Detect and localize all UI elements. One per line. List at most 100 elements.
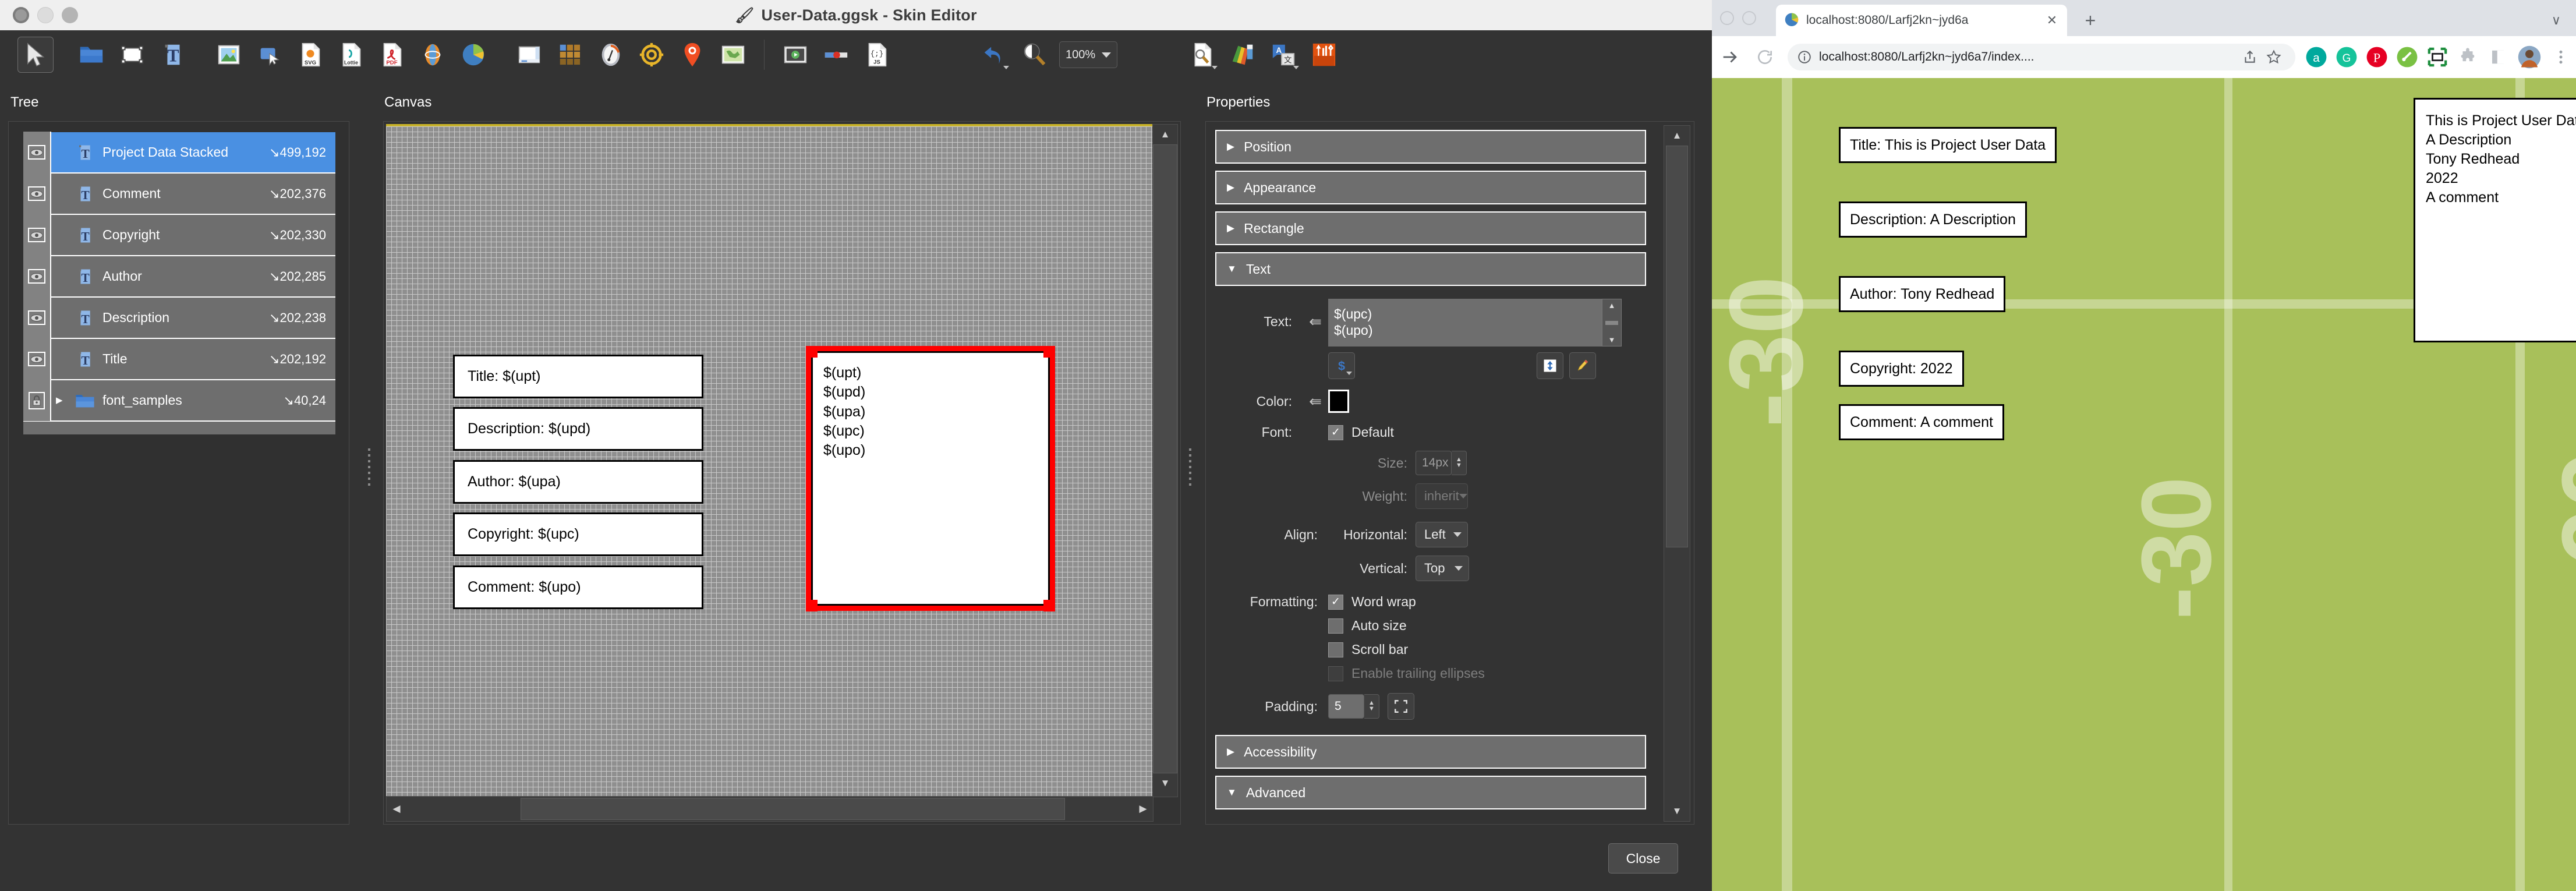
- edit-pencil-button[interactable]: [1569, 352, 1596, 379]
- tree-row-project-data-stacked[interactable]: T Project Data Stacked ↘499,192: [23, 132, 335, 174]
- text-tool-button[interactable]: T: [155, 37, 191, 73]
- canvas-box-author[interactable]: Author: $(upa): [453, 460, 703, 504]
- marker-tool-button[interactable]: [674, 37, 710, 73]
- close-tab-icon[interactable]: ✕: [2044, 13, 2060, 28]
- tab-list-chevron-icon[interactable]: ∨: [2552, 13, 2561, 28]
- resize-handle-se[interactable]: [1043, 600, 1055, 611]
- main-toolbar[interactable]: T SVG Lottie PDF {;} JS 100% A 文: [0, 30, 1712, 79]
- section-rectangle[interactable]: ▶ Rectangle: [1215, 211, 1646, 245]
- alexa-extension-icon[interactable]: a: [2301, 46, 2331, 68]
- canvas-box-title[interactable]: Title: $(upt): [453, 355, 703, 398]
- scroll-down-arrow-icon[interactable]: ▼: [1664, 801, 1690, 821]
- visibility-toggle[interactable]: [23, 173, 51, 214]
- translate-button[interactable]: A 文: [1265, 37, 1301, 73]
- share-icon[interactable]: [2238, 50, 2262, 65]
- text-field-scrollbar[interactable]: ▲ ▼: [1602, 299, 1622, 346]
- scroll-thumb[interactable]: [1605, 320, 1618, 325]
- word-wrap-checkbox[interactable]: ✓: [1328, 594, 1343, 610]
- open-folder-tool-button[interactable]: [73, 37, 109, 73]
- visibility-toggle[interactable]: [23, 256, 51, 297]
- tree-row-description[interactable]: T Description ↘202,238: [23, 297, 335, 339]
- browser-minimize-button[interactable]: [1742, 11, 1756, 25]
- resize-handle-nw[interactable]: [806, 346, 818, 358]
- properties-vertical-scrollbar[interactable]: ▲ ▼: [1664, 125, 1690, 822]
- info-icon[interactable]: [1797, 50, 1812, 65]
- preview-button[interactable]: [1016, 37, 1052, 73]
- zoom-level-combo[interactable]: 100%: [1059, 41, 1117, 68]
- resize-handle-sw[interactable]: [806, 600, 818, 611]
- scroll-thumb[interactable]: [1666, 146, 1688, 547]
- gauge-tool-button[interactable]: [593, 37, 629, 73]
- grammarly-extension-icon[interactable]: G: [2331, 46, 2362, 68]
- reload-icon[interactable]: [1748, 48, 1782, 66]
- close-window-button[interactable]: [13, 7, 29, 23]
- canvas-selected-box[interactable]: $(upt) $(upd) $(upa) $(upc) $(upo): [806, 346, 1055, 611]
- browser-toolbar[interactable]: localhost:8080/Larfj2kn~jyd6a7/index....…: [1712, 36, 2576, 78]
- tools-button[interactable]: [1306, 37, 1342, 73]
- bookmark-star-icon[interactable]: [2262, 49, 2286, 65]
- pinterest-extension-icon[interactable]: P: [2362, 46, 2392, 68]
- lock-toggle[interactable]: [23, 380, 51, 421]
- forward-arrow-icon[interactable]: [1712, 47, 1748, 67]
- tree-row-copyright[interactable]: T Copyright ↘202,330: [23, 214, 335, 256]
- video-tool-button[interactable]: [777, 37, 813, 73]
- three-dot-menu-icon[interactable]: [2546, 48, 2576, 66]
- select-tool-button[interactable]: [17, 37, 54, 73]
- undo-dropdown-carat[interactable]: [1003, 66, 1009, 69]
- canvas-horizontal-scrollbar[interactable]: ◀ ▶: [386, 796, 1153, 822]
- window-controls[interactable]: [13, 0, 78, 30]
- map-tool-button[interactable]: [715, 37, 751, 73]
- undo-button[interactable]: [975, 37, 1011, 73]
- rectangle-tool-button[interactable]: [114, 37, 150, 73]
- maximize-window-button[interactable]: [62, 7, 78, 23]
- tree-row-comment[interactable]: T Comment ↘202,376: [23, 173, 335, 215]
- browser-close-button[interactable]: [1720, 11, 1734, 25]
- section-advanced[interactable]: ▼ Advanced: [1215, 776, 1646, 809]
- grid-tool-button[interactable]: [552, 37, 588, 73]
- slider-tool-button[interactable]: [818, 37, 854, 73]
- padding-input[interactable]: 5: [1328, 694, 1364, 719]
- lottie-tool-button[interactable]: Lottie: [333, 37, 369, 73]
- close-button[interactable]: Close: [1608, 843, 1678, 874]
- expand-arrow-icon[interactable]: ▶: [56, 396, 69, 405]
- button-tool-button[interactable]: [252, 37, 288, 73]
- section-position[interactable]: ▶ Position: [1215, 130, 1646, 164]
- profile-avatar[interactable]: [2513, 45, 2546, 69]
- chart-tool-button[interactable]: [455, 37, 491, 73]
- puzzle-extensions-icon[interactable]: [2453, 47, 2483, 67]
- text-field-input[interactable]: $(upc) $(upo): [1328, 299, 1602, 346]
- visibility-toggle[interactable]: [23, 338, 51, 380]
- scroll-down-arrow-icon[interactable]: ▼: [1608, 335, 1616, 344]
- align-vertical-select[interactable]: Top: [1416, 556, 1469, 581]
- scroll-thumb[interactable]: [1153, 144, 1177, 773]
- find-button[interactable]: [1184, 37, 1220, 73]
- js-tool-button[interactable]: {;} JS: [859, 37, 895, 73]
- section-text[interactable]: ▼ Text: [1215, 252, 1646, 286]
- resize-handle-ne[interactable]: [1043, 346, 1055, 358]
- auto-size-checkbox[interactable]: [1328, 618, 1343, 634]
- pdf-tool-button[interactable]: PDF: [374, 37, 410, 73]
- visibility-toggle[interactable]: [23, 214, 51, 256]
- binding-icon[interactable]: ⇚: [1303, 393, 1328, 411]
- font-default-checkbox[interactable]: ✓: [1328, 425, 1343, 440]
- image-tool-button[interactable]: [211, 37, 247, 73]
- tree-list[interactable]: T Project Data Stacked ↘499,192 T Commen…: [23, 132, 335, 434]
- canvas-viewport[interactable]: Title: $(upt) Description: $(upd) Author…: [386, 124, 1153, 797]
- canvas-box-description[interactable]: Description: $(upd): [453, 407, 703, 451]
- target-tool-button[interactable]: [634, 37, 670, 73]
- sidebar-icon[interactable]: [2483, 48, 2513, 66]
- insert-variable-button[interactable]: $: [1328, 352, 1355, 379]
- fit-height-button[interactable]: [1537, 352, 1563, 379]
- omnibox[interactable]: localhost:8080/Larfj2kn~jyd6a7/index....: [1788, 44, 2295, 70]
- find-dropdown-carat[interactable]: [1212, 66, 1218, 69]
- canvas-properties-splitter[interactable]: [1188, 448, 1193, 486]
- tree-row-author[interactable]: T Author ↘202,285: [23, 256, 335, 298]
- new-tab-button[interactable]: +: [2080, 10, 2101, 31]
- window-tool-button[interactable]: [511, 37, 547, 73]
- translate-dropdown-carat[interactable]: [1293, 66, 1299, 69]
- screenshot-extension-icon[interactable]: [2422, 47, 2453, 67]
- section-accessibility[interactable]: ▶ Accessibility: [1215, 735, 1646, 769]
- canvas-box-copyright[interactable]: Copyright: $(upc): [453, 512, 703, 556]
- padding-stepper[interactable]: ▲ ▼: [1364, 694, 1379, 719]
- evernote-extension-icon[interactable]: [2392, 46, 2422, 68]
